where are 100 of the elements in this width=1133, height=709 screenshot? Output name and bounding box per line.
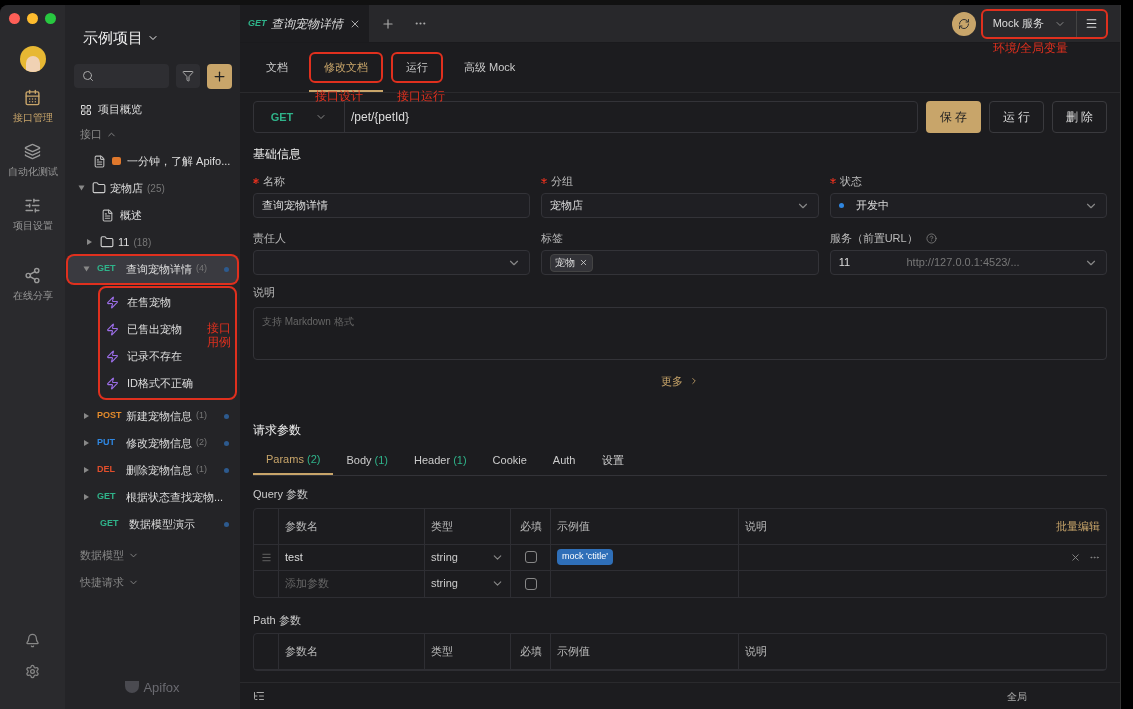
api-item[interactable]: GET 根据状态查找宠物... (68, 483, 237, 511)
tab[interactable]: 文档 (253, 52, 301, 83)
notification-icon[interactable] (25, 633, 40, 648)
drag-handle-icon[interactable] (260, 551, 272, 563)
nav-item[interactable]: 项目设置 (0, 197, 65, 233)
section-title: Path 参数 (253, 612, 302, 628)
test-case-item[interactable]: 记录不存在 (100, 342, 207, 370)
section-title: Query 参数 (253, 487, 309, 502)
minimize-window-icon[interactable] (27, 13, 38, 24)
delete-icon[interactable] (1070, 551, 1081, 563)
name-field[interactable]: 查询宠物详情 (253, 193, 531, 218)
param-name[interactable]: test (285, 548, 303, 566)
project-switcher[interactable]: 示例项目 (83, 27, 240, 50)
api-name: 数据模型演示 (129, 516, 195, 532)
tab[interactable]: 高级 Mock (451, 52, 529, 83)
section-header[interactable]: 快捷请求 (80, 573, 240, 592)
more-link[interactable]: 更多 (253, 372, 1107, 389)
tree-item[interactable]: 概述 (65, 201, 240, 229)
request-tab[interactable]: GET 查询宠物详情 (240, 5, 369, 42)
calendar-icon (24, 89, 41, 106)
test-case-item[interactable]: ID格式不正确 (100, 369, 207, 397)
stack-icon (24, 143, 41, 160)
tab[interactable]: 修改文档 (309, 52, 383, 83)
item-count: (25) (147, 181, 165, 196)
expand-caret-icon[interactable] (84, 467, 89, 473)
api-item[interactable]: DEL 删除宠物信息 (1) (68, 456, 237, 484)
new-tab-icon[interactable] (380, 16, 395, 31)
action-button[interactable]: 保 存 (926, 101, 981, 133)
close-window-icon[interactable] (9, 13, 20, 24)
grid-icon (80, 103, 92, 116)
required-checkbox[interactable] (524, 551, 537, 563)
field-label: 状态 (839, 173, 862, 189)
column-header: 类型 (431, 644, 453, 660)
outline-icon[interactable] (253, 690, 265, 702)
nav-item[interactable]: 自动化测试 (0, 143, 65, 179)
tags-field[interactable]: 宠物 (541, 250, 819, 275)
method-label: GET (100, 517, 120, 531)
expand-caret-icon[interactable] (87, 239, 92, 245)
section-header[interactable]: 数据模型 (80, 546, 240, 565)
nav-item[interactable]: 在线分享 (0, 267, 65, 303)
refresh-button[interactable] (951, 11, 976, 36)
action-button[interactable]: 运 行 (989, 101, 1044, 133)
select-field[interactable] (253, 250, 531, 275)
search-icon (82, 70, 94, 82)
method-label: GET (248, 16, 267, 30)
markdown-file-icon (93, 154, 106, 168)
tree-item[interactable]: 一分钟，了解 Apifo... (65, 147, 240, 175)
bulk-edit-link[interactable]: 批量编辑 (1056, 517, 1100, 535)
search-field[interactable] (74, 64, 169, 88)
url-hint: http://127.0.0.1:4523/... (906, 255, 1020, 271)
remove-tag-icon[interactable] (579, 258, 589, 267)
type-select[interactable]: string (431, 548, 504, 566)
add-button[interactable] (207, 63, 232, 89)
api-item[interactable]: GET 数据模型演示 (68, 510, 237, 538)
tab[interactable]: Header (1) (401, 445, 480, 475)
folder-item[interactable]: 11 (18) (65, 228, 240, 256)
tab[interactable]: 设置 (588, 445, 637, 475)
select-field[interactable]: 开发中 (829, 193, 1107, 218)
field-label: 服务（前置URL） (829, 230, 918, 246)
maximize-window-icon[interactable] (45, 13, 56, 24)
case-icon (106, 349, 119, 363)
avatar[interactable] (19, 46, 46, 72)
required-mark-icon (829, 178, 836, 184)
filter-button[interactable] (176, 64, 200, 88)
folder-icon (92, 181, 106, 195)
folder-item[interactable]: 宠物店 (25) (65, 174, 240, 202)
case-icon (106, 376, 119, 390)
folder-icon (100, 235, 114, 249)
tab[interactable]: Auth (539, 445, 589, 475)
required-checkbox[interactable] (524, 577, 537, 590)
api-item[interactable]: POST 新建宠物信息 (1) (68, 402, 237, 430)
type-select[interactable]: string (431, 575, 504, 592)
field-label: 名称 (263, 173, 285, 189)
method-label: PUT (97, 436, 116, 450)
expand-caret-icon[interactable] (83, 266, 90, 272)
section-header[interactable]: 接口 (80, 125, 240, 144)
expand-caret-icon[interactable] (84, 440, 89, 446)
test-case-item[interactable]: 在售宠物 (100, 288, 207, 316)
tab[interactable]: 运行 (391, 52, 443, 83)
tab[interactable]: Cookie (479, 445, 540, 475)
expand-caret-icon[interactable] (84, 413, 89, 419)
tab[interactable]: Body (1) (333, 445, 401, 475)
action-button[interactable]: 删 除 (1052, 101, 1107, 133)
expand-caret-icon[interactable] (78, 185, 85, 191)
select-field[interactable]: 宠物店 (541, 193, 819, 218)
overview-item[interactable]: 项目概览 (80, 99, 240, 120)
column-header: 类型 (431, 518, 453, 534)
environment-select[interactable]: Mock 服务 (980, 8, 1108, 39)
settings-icon[interactable] (25, 664, 40, 679)
field-label: 分组 (551, 173, 574, 189)
select-field[interactable]: 11 http://127.0.0.1:4523/... (829, 250, 1107, 275)
menu-icon[interactable] (1085, 17, 1098, 30)
nav-item[interactable]: 接口管理 (0, 89, 65, 125)
help-icon (925, 232, 937, 244)
test-case-item[interactable]: 已售出宠物 (100, 315, 207, 343)
tab[interactable]: Params (2) (253, 445, 334, 475)
expand-caret-icon[interactable] (84, 494, 89, 500)
annotation-label: 接口运行 (397, 88, 445, 105)
api-name: 根据状态查找宠物... (126, 489, 224, 505)
api-item[interactable]: PUT 修改宠物信息 (2) (68, 429, 237, 457)
